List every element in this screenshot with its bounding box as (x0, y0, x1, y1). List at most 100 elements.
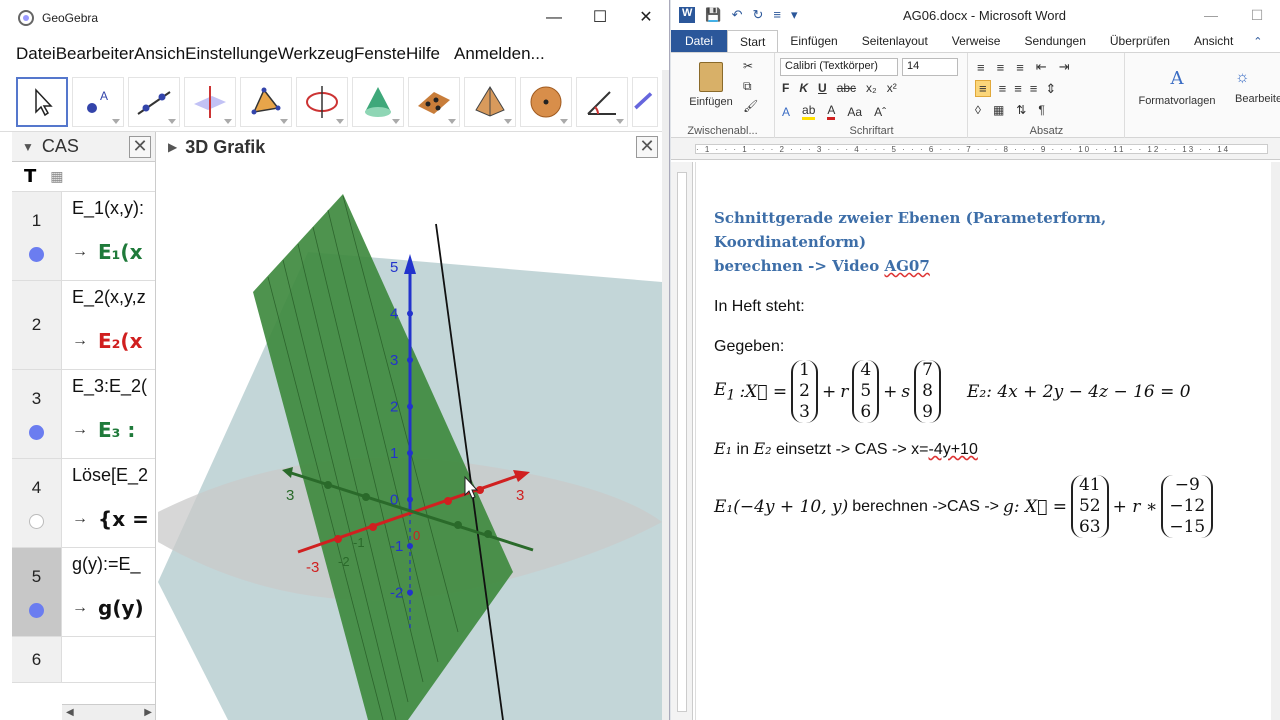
bold-button[interactable]: F (782, 81, 789, 95)
redo-icon[interactable]: ↻ (752, 7, 763, 23)
borders-icon[interactable]: ▦ (993, 103, 1004, 117)
cas-row[interactable]: 2 E_2(x,y,z → E₂(x (12, 281, 155, 370)
copy-icon[interactable]: ⧉ (743, 79, 752, 94)
tab-seitenlayout[interactable]: Seitenlayout (850, 30, 940, 52)
tab-sendungen[interactable]: Sendungen (1012, 30, 1097, 52)
increase-indent-icon[interactable]: ⇥ (1059, 59, 1070, 75)
tool-sphere[interactable] (520, 76, 572, 127)
cas-row-number[interactable]: 2 (12, 281, 62, 369)
horizontal-ruler[interactable]: · 1 · · · 1 · · · 2 · · · 3 · · · 4 · · … (671, 138, 1280, 160)
cas-cell[interactable]: E_3:E_2(→ E₃ : (62, 370, 155, 458)
scroll-right-icon[interactable]: ▶ (144, 707, 152, 718)
cas-input[interactable]: E_3:E_2( (72, 376, 155, 412)
tab-datei[interactable]: Datei (671, 30, 728, 52)
tool-move[interactable] (16, 76, 68, 127)
cas-row-number[interactable]: 1 (12, 192, 62, 280)
word-maximize-button[interactable]: ☐ (1234, 0, 1280, 30)
align-left-icon[interactable]: ≡ (975, 80, 991, 97)
tool-pyramid[interactable] (464, 76, 516, 127)
format-painter-icon[interactable]: 🖌 (743, 99, 758, 113)
maximize-button[interactable]: ☐ (577, 0, 623, 36)
graphics-3d-canvas[interactable]: 543210-1-2 3 -3 3 0 -1 -2 (158, 162, 662, 720)
cas-horizontal-scrollbar[interactable]: ◀ ▶ (62, 704, 155, 720)
tab-verweise[interactable]: Verweise (940, 30, 1013, 52)
cas-row[interactable]: 3 E_3:E_2(→ E₃ : (12, 370, 155, 459)
menu-bearbeiten[interactable]: Bearbeiter (56, 44, 134, 64)
tool-perpendicular[interactable] (184, 76, 236, 127)
cas-input[interactable]: E_1(x,y): (72, 198, 155, 234)
cas-row-number[interactable]: 3 (12, 370, 62, 458)
menu-ansicht[interactable]: Ansich (134, 44, 185, 64)
grid-toggle-icon[interactable]: ▦ (50, 168, 63, 185)
show-formatting-icon[interactable]: ¶ (1038, 103, 1044, 117)
cas-close-button[interactable]: ✕ (129, 136, 151, 158)
cas-row-number[interactable]: 5 (12, 548, 62, 636)
menu-werkzeuge[interactable]: Werkzeug (278, 44, 354, 64)
cas-cell[interactable]: E_1(x,y): → E₁(x (62, 192, 155, 280)
collapse-triangle-icon[interactable]: ▼ (22, 140, 34, 154)
save-icon[interactable]: 💾 (705, 7, 721, 23)
align-center-icon[interactable]: ≡ (999, 81, 1007, 96)
multilevel-list-icon[interactable]: ≡ (1016, 60, 1024, 75)
edit-button[interactable]: ☼ Bearbeiten (1235, 59, 1280, 115)
font-name-combo[interactable]: Calibri (Textkörper) (780, 58, 898, 76)
minimize-button[interactable]: — (531, 0, 577, 36)
ribbon-collapse-icon[interactable]: ⌃ (1253, 30, 1262, 52)
cas-input[interactable]: g(y):=E_ (72, 554, 155, 590)
tool-point[interactable]: A (72, 76, 124, 127)
strikethrough-button[interactable]: abc (837, 81, 856, 95)
tool-reflect[interactable] (632, 76, 658, 127)
italic-button[interactable]: K (799, 81, 808, 95)
menu-datei[interactable]: Datei (16, 44, 56, 64)
tab-start[interactable]: Start (727, 30, 779, 52)
cas-row[interactable]: 4 Löse[E_2 → {x = (12, 459, 155, 548)
visibility-toggle-icon[interactable] (29, 246, 44, 262)
word-minimize-button[interactable]: — (1188, 0, 1234, 30)
justify-icon[interactable]: ≡ (1030, 81, 1038, 96)
change-case-button[interactable]: Aa (847, 105, 862, 119)
tool-plane[interactable] (408, 76, 460, 127)
geogebra-vertical-scrollbar[interactable] (662, 70, 669, 720)
highlight-button[interactable]: ab (802, 103, 816, 120)
tool-angle[interactable] (576, 76, 628, 127)
underline-button[interactable]: U (818, 81, 827, 95)
sort-icon[interactable]: ⇅ (1016, 103, 1026, 117)
font-color-button[interactable]: A (827, 103, 836, 120)
tab-einfuegen[interactable]: Einfügen (778, 30, 849, 52)
shading-icon[interactable]: ◊ (975, 103, 981, 117)
bullet-list-icon[interactable]: ≡ (977, 60, 985, 75)
text-style-button[interactable]: T (24, 166, 36, 187)
tool-line[interactable] (128, 76, 180, 127)
cas-input[interactable]: E_2(x,y,z (72, 287, 155, 323)
font-size-combo[interactable]: 14 (902, 58, 958, 76)
line-spacing-icon[interactable]: ⇕ (1045, 81, 1056, 97)
menu-anmelden[interactable]: Anmelden... (454, 44, 545, 64)
graphics-3d-close-button[interactable]: ✕ (636, 136, 658, 158)
superscript-button[interactable]: x² (887, 81, 897, 95)
cas-cell[interactable]: g(y):=E_ → g(y) (62, 548, 155, 636)
decrease-indent-icon[interactable]: ⇤ (1036, 59, 1047, 75)
tool-cone[interactable] (352, 76, 404, 127)
tool-polygon[interactable] (240, 76, 292, 127)
word-vertical-scrollbar[interactable] (1271, 162, 1280, 720)
cas-row[interactable]: 1 E_1(x,y): → E₁(x (12, 192, 155, 281)
document-page[interactable]: Schnittgerade zweier Ebenen (Parameterfo… (695, 162, 1271, 720)
paste-button[interactable]: Einfügen (679, 57, 743, 113)
close-button[interactable]: ✕ (623, 0, 669, 36)
align-right-icon[interactable]: ≡ (1014, 81, 1022, 96)
customize-qa-icon[interactable]: ▾ (791, 7, 798, 23)
visibility-toggle-icon[interactable] (29, 602, 44, 618)
visibility-toggle-icon[interactable] (29, 424, 44, 440)
cas-input[interactable]: Löse[E_2 (72, 465, 155, 501)
cas-row-number[interactable]: 4 (12, 459, 62, 547)
undo-icon[interactable]: ↶ (732, 7, 743, 23)
number-list-icon[interactable]: ≡ (997, 60, 1005, 75)
graphics-3d-panel[interactable]: ▶ 3D Grafik ✕ 5 4 3 2 1 0 -1 -2 3 -3 3 0… (158, 132, 662, 720)
styles-button[interactable]: A Formatvorlagen (1132, 59, 1222, 115)
cas-row-number[interactable]: 6 (12, 637, 62, 682)
subscript-button[interactable]: x₂ (866, 81, 877, 95)
cut-icon[interactable]: ✂ (743, 59, 753, 73)
grow-font-button[interactable]: Aˆ (874, 105, 886, 119)
expand-triangle-icon[interactable]: ▶ (168, 140, 177, 154)
cas-cell[interactable]: E_2(x,y,z → E₂(x (62, 281, 155, 369)
